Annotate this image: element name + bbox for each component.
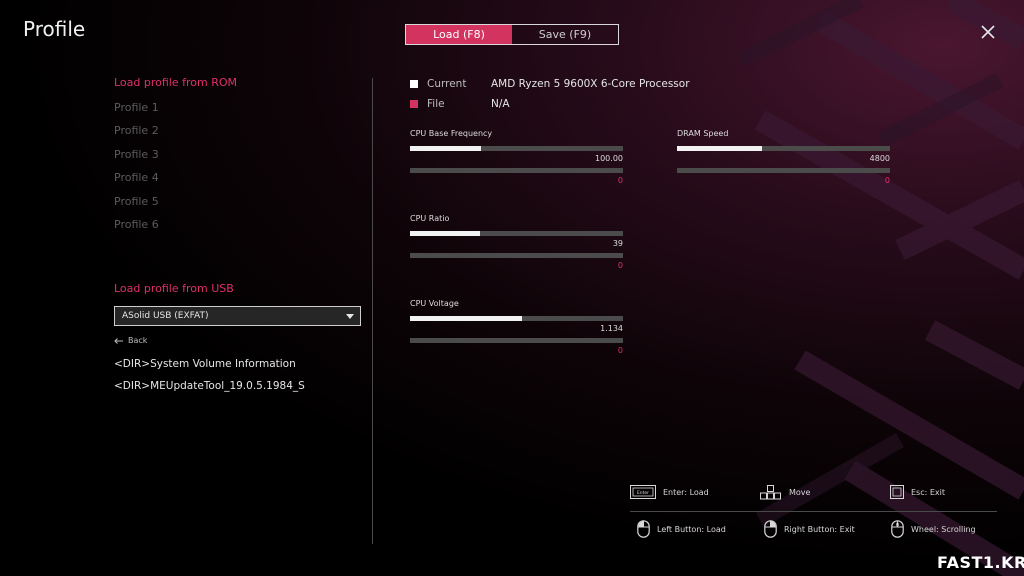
file-value-text: 0 — [617, 346, 623, 355]
current-legend-swatch — [410, 80, 418, 88]
param-label: CPU Ratio — [410, 214, 450, 223]
param-label: DRAM Speed — [677, 129, 729, 138]
mouse-left-icon — [637, 520, 650, 538]
esc-key-icon — [890, 485, 904, 499]
help-esc: Esc: Exit — [890, 485, 945, 499]
rom-section-heading: Load profile from ROM — [114, 76, 238, 89]
file-value: N/A — [491, 98, 510, 110]
current-value-bar — [410, 146, 623, 151]
file-value-text: 0 — [884, 176, 890, 185]
bar-fill — [410, 231, 481, 236]
watermark: FAST1.KR — [937, 553, 1024, 572]
current-value-bar — [410, 231, 623, 236]
current-value-text: 4800 — [869, 154, 890, 163]
rom-profile-list: Profile 1 Profile 2 Profile 3 Profile 4 … — [114, 101, 159, 241]
usb-device-selected: ASolid USB (EXFAT) — [122, 311, 209, 321]
help-left-button-text: Left Button: Load — [657, 524, 726, 534]
file-value-bar — [677, 168, 890, 173]
profile-item-1[interactable]: Profile 1 — [114, 101, 159, 124]
enter-key-label: Enter — [637, 490, 649, 496]
profile-item-2[interactable]: Profile 2 — [114, 124, 159, 147]
help-enter-text: Enter: Load — [663, 487, 709, 497]
enter-key-icon: Enter — [630, 485, 656, 499]
profile-screen: Profile Load (F8) Save (F9) Load profile… — [0, 0, 1024, 576]
help-wheel: Wheel: Scrolling — [891, 520, 976, 538]
arrow-keys-icon — [760, 485, 782, 500]
profile-item-4[interactable]: Profile 4 — [114, 171, 159, 194]
help-divider — [630, 511, 997, 512]
help-move: Move — [760, 485, 810, 500]
profile-item-6[interactable]: Profile 6 — [114, 218, 159, 241]
tab-load[interactable]: Load (F8) — [406, 25, 512, 44]
usb-device-dropdown[interactable]: ASolid USB (EXFAT) — [114, 306, 361, 326]
file-value-bar — [410, 168, 623, 173]
file-legend-swatch — [410, 100, 418, 108]
param-cpu-ratio: CPU Ratio 39 0 — [410, 214, 623, 272]
file-info-row: File N/A — [410, 98, 510, 110]
usb-section-heading: Load profile from USB — [114, 282, 234, 295]
help-right-button-text: Right Button: Exit — [784, 524, 855, 534]
bar-fill — [677, 146, 763, 151]
profile-item-3[interactable]: Profile 3 — [114, 148, 159, 171]
arrow-left-icon — [114, 337, 123, 344]
file-value-text: 0 — [617, 261, 623, 270]
load-save-tabs: Load (F8) Save (F9) — [405, 24, 619, 45]
close-icon[interactable] — [976, 20, 1000, 44]
mouse-wheel-icon — [891, 520, 904, 538]
current-value-bar — [677, 146, 890, 151]
current-value-text: 39 — [612, 239, 623, 248]
current-key: Current — [427, 78, 467, 90]
help-wheel-text: Wheel: Scrolling — [911, 524, 976, 534]
param-cpu-voltage: CPU Voltage 1.134 0 — [410, 299, 623, 357]
bar-fill — [410, 316, 522, 321]
back-button[interactable]: Back — [114, 336, 147, 345]
file-key: File — [427, 98, 445, 110]
param-label: CPU Voltage — [410, 299, 459, 308]
back-label: Back — [128, 336, 148, 345]
help-right-button: Right Button: Exit — [764, 520, 855, 538]
current-value-bar — [410, 316, 623, 321]
param-dram-speed: DRAM Speed 4800 0 — [677, 129, 890, 187]
current-value-text: 1.134 — [600, 324, 623, 333]
page-title: Profile — [23, 17, 86, 41]
file-value-bar — [410, 338, 623, 343]
param-label: CPU Base Frequency — [410, 129, 493, 138]
panel-divider — [372, 78, 373, 544]
current-value: AMD Ryzen 5 9600X 6-Core Processor — [491, 78, 690, 90]
mouse-right-icon — [764, 520, 777, 538]
current-info-row: Current AMD Ryzen 5 9600X 6-Core Process… — [410, 78, 690, 90]
chevron-down-icon — [346, 314, 354, 319]
file-value-bar — [410, 253, 623, 258]
help-move-text: Move — [789, 488, 811, 497]
dir-entry-1[interactable]: <DIR>System Volume Information — [114, 357, 305, 379]
param-cpu-base-frequency: CPU Base Frequency 100.00 0 — [410, 129, 623, 187]
tab-save[interactable]: Save (F9) — [512, 25, 618, 44]
dir-entry-2[interactable]: <DIR>MEUpdateTool_19.0.5.1984_S — [114, 379, 305, 401]
help-esc-text: Esc: Exit — [911, 487, 946, 497]
file-value-text: 0 — [617, 176, 623, 185]
bar-fill — [410, 146, 482, 151]
help-left-button: Left Button: Load — [637, 520, 726, 538]
profile-item-5[interactable]: Profile 5 — [114, 195, 159, 218]
current-value-text: 100.00 — [595, 154, 623, 163]
usb-directory-list: <DIR>System Volume Information <DIR>MEUp… — [114, 357, 305, 400]
help-enter: Enter Enter: Load — [630, 485, 709, 499]
